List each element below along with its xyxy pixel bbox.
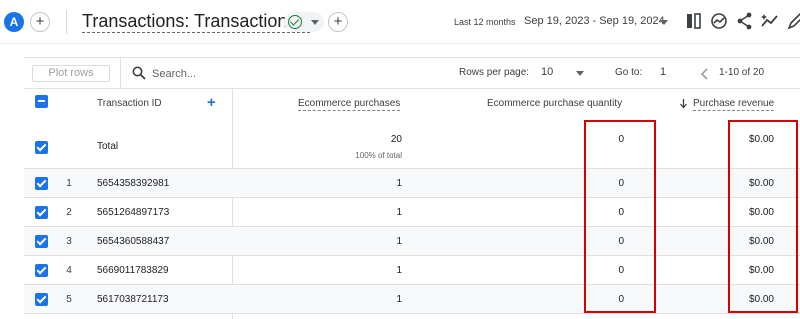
purchases-value: 1 [396, 178, 402, 189]
report-header: A + Transactions: Transaction ID + Last … [0, 0, 800, 44]
search-icon [132, 66, 146, 80]
table-header-row: Transaction ID + Ecommerce purchases Eco… [24, 89, 800, 121]
date-range-picker[interactable]: Sep 19, 2023 - Sep 19, 2024 [524, 15, 665, 27]
edit-icon[interactable] [786, 11, 800, 31]
row-index: 1 [66, 178, 72, 189]
highlight-box-revenue [728, 120, 798, 313]
report-status-dropdown[interactable] [284, 12, 324, 32]
totals-purchases: 20 [390, 134, 402, 145]
chevron-left-icon[interactable] [700, 67, 710, 81]
add-filter-button[interactable]: + [328, 12, 348, 32]
column-header-purchases[interactable]: Ecommerce purchases [298, 98, 401, 111]
divider [66, 10, 67, 34]
totals-purchases-percent: 100% of total [355, 151, 402, 160]
date-range-label[interactable]: Last 12 months [454, 17, 516, 27]
pagination-text: 1-10 of 20 [719, 67, 765, 78]
row-index: 3 [66, 236, 72, 247]
row-checkbox[interactable] [35, 293, 48, 306]
insights-icon[interactable] [709, 11, 729, 31]
column-header-transaction-id[interactable]: Transaction ID [97, 98, 162, 109]
transaction-id: 5651264897173 [97, 207, 170, 218]
table-row[interactable]: 5 5617038721173 1 0 $0.00 [24, 285, 800, 314]
totals-row: Total 20 100% of total 0 $0.00 [24, 121, 800, 169]
row-index: 2 [66, 207, 72, 218]
row-checkbox[interactable] [35, 235, 48, 248]
rows-per-page-label: Rows per page: [459, 67, 530, 78]
table-row[interactable]: 3 5654360588437 1 0 $0.00 [24, 227, 800, 256]
plot-rows-button[interactable]: Plot rows [32, 65, 110, 82]
search-input[interactable] [152, 65, 292, 82]
add-icon: + [333, 13, 343, 30]
add-dimension-button[interactable]: + [207, 94, 216, 111]
row-index: 4 [66, 265, 72, 276]
add-icon: + [35, 13, 45, 30]
purchases-value: 1 [396, 207, 402, 218]
chevron-down-icon[interactable] [660, 20, 668, 25]
select-all-checkbox[interactable] [35, 95, 48, 108]
transaction-id: 5654358392981 [97, 178, 170, 189]
table-toolbar: Plot rows Rows per page: 10 Go to: 1 1-1… [24, 57, 800, 89]
row-index: 5 [66, 294, 72, 305]
share-icon[interactable] [735, 11, 755, 31]
totals-label: Total [97, 141, 119, 152]
data-table: Transaction ID + Ecommerce purchases Eco… [24, 89, 800, 319]
purchases-value: 1 [396, 265, 402, 276]
row-checkbox[interactable] [35, 206, 48, 219]
table-row[interactable]: 2 5651264897173 1 0 $0.00 [24, 198, 800, 227]
row-checkbox[interactable] [35, 177, 48, 190]
transaction-id: 5617038721173 [97, 294, 169, 305]
check-circle-icon [288, 15, 302, 29]
column-header-quantity[interactable]: Ecommerce purchase quantity [487, 98, 622, 109]
purchases-value: 1 [396, 236, 402, 247]
transaction-id: 5654360588437 [97, 236, 170, 247]
rows-per-page-select[interactable]: 10 [541, 66, 553, 78]
row-checkbox[interactable] [35, 264, 48, 277]
avatar[interactable]: A [4, 12, 24, 32]
highlight-box-quantity [584, 120, 656, 313]
add-comparison-button[interactable]: + [30, 12, 50, 32]
goto-label: Go to: [615, 67, 643, 78]
table-row[interactable]: 4 5669011783829 1 0 $0.00 [24, 256, 800, 285]
chevron-down-icon[interactable] [576, 71, 584, 76]
sort-down-arrow-icon[interactable] [679, 98, 688, 109]
purchases-value: 1 [396, 294, 402, 305]
goto-page-input[interactable]: 1 [660, 66, 666, 78]
page-title[interactable]: Transactions: Transaction ID [82, 10, 311, 33]
divider [120, 58, 121, 89]
chevron-down-icon [311, 20, 319, 25]
compare-icon[interactable] [684, 11, 704, 31]
table-row[interactable]: 1 5654358392981 1 0 $0.00 [24, 169, 800, 198]
totals-checkbox[interactable] [35, 141, 48, 154]
trend-icon[interactable] [760, 11, 780, 31]
transaction-id: 5669011783829 [97, 265, 169, 276]
column-header-revenue[interactable]: Purchase revenue [693, 98, 775, 111]
